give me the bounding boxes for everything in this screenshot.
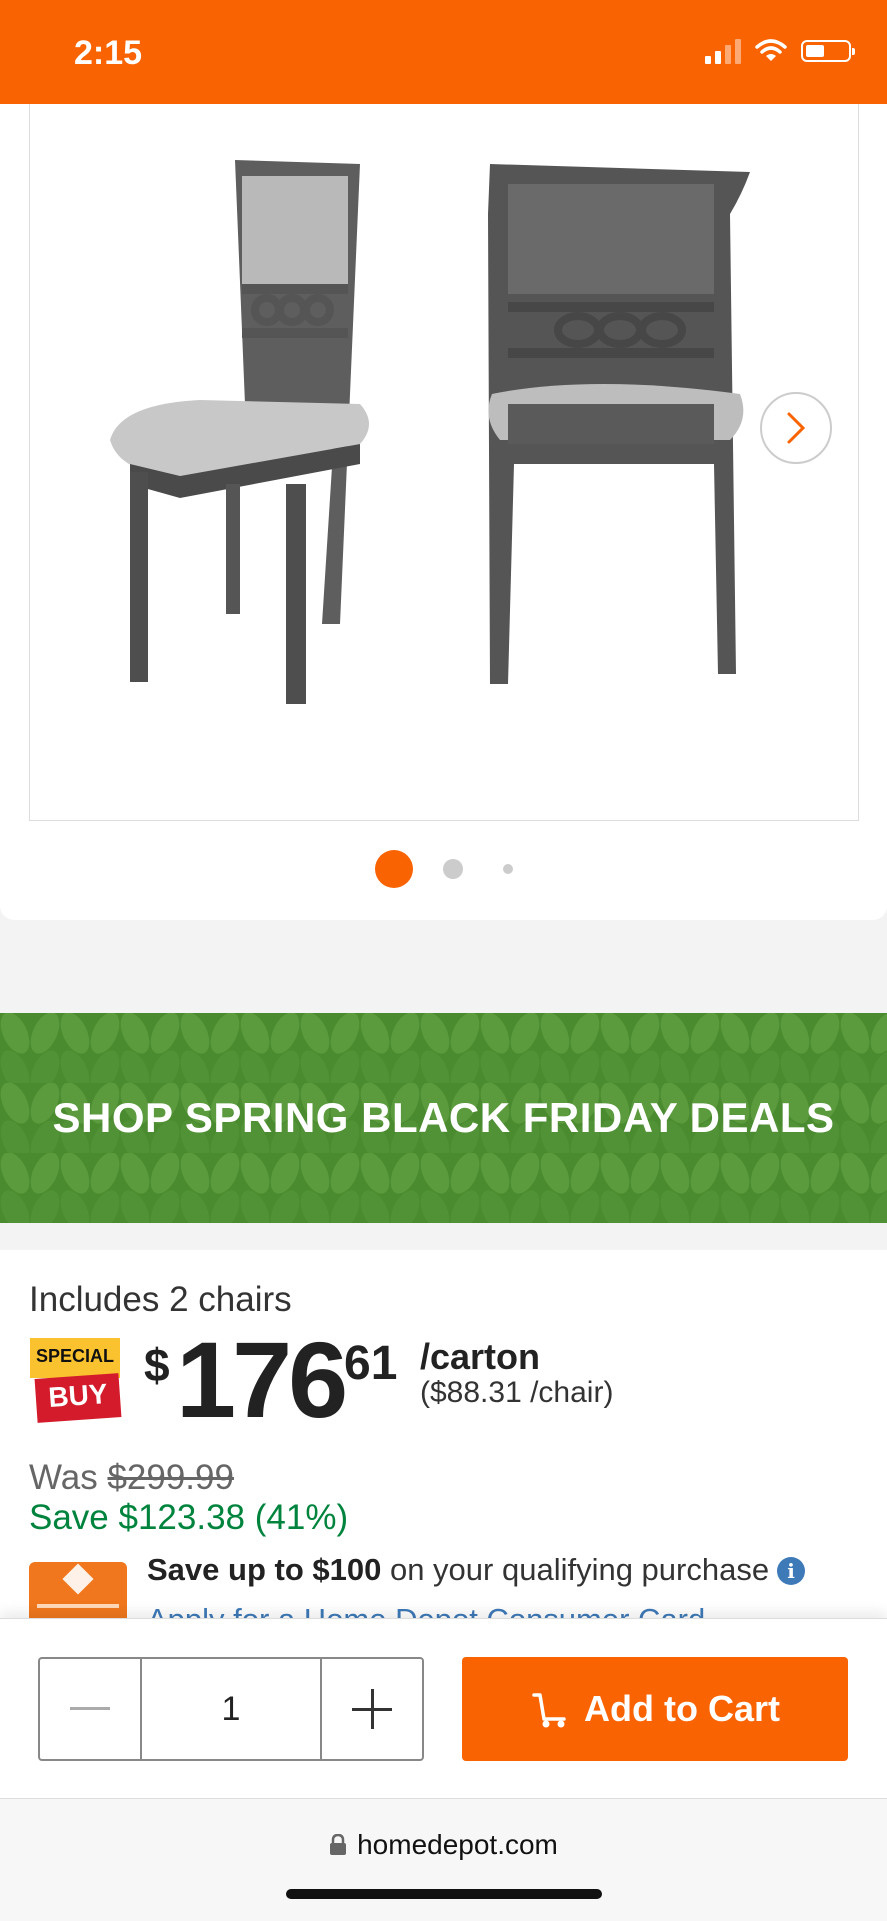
pagination-dot-active[interactable] bbox=[374, 850, 413, 888]
price-cents: 61 bbox=[344, 1337, 398, 1390]
pagination-dot[interactable] bbox=[502, 864, 513, 874]
gallery-pagination bbox=[0, 850, 887, 888]
price-whole: 176 bbox=[176, 1319, 348, 1440]
chevron-right-icon bbox=[787, 412, 806, 444]
was-label: Was bbox=[29, 1458, 98, 1497]
wifi-icon bbox=[755, 39, 787, 61]
product-image[interactable] bbox=[29, 104, 859, 821]
battery-icon bbox=[801, 40, 855, 62]
increase-quantity-button[interactable] bbox=[322, 1659, 422, 1759]
pagination-dot[interactable] bbox=[442, 859, 463, 879]
plus-icon bbox=[352, 1689, 392, 1729]
quantity-input[interactable]: 1 bbox=[140, 1659, 322, 1759]
credit-offer-bold: Save up to $100 bbox=[147, 1552, 382, 1587]
credit-offer-rest: on your qualifying purchase bbox=[381, 1552, 770, 1587]
badge-top-text: SPECIAL bbox=[35, 1346, 114, 1366]
info-icon[interactable]: i bbox=[777, 1557, 806, 1585]
was-price-line: Was $299.99 bbox=[29, 1458, 234, 1498]
lock-icon bbox=[330, 1834, 347, 1855]
status-bar: 2:15 bbox=[0, 0, 887, 104]
signal-icon bbox=[705, 38, 741, 64]
next-image-button[interactable] bbox=[760, 392, 832, 464]
product-pricing: Includes 2 chairs SPECIAL BUY $ 176 61 /… bbox=[0, 1250, 887, 1620]
decrease-quantity-button[interactable] bbox=[40, 1659, 140, 1759]
quantity-stepper: 1 bbox=[38, 1657, 424, 1761]
savings-text: Save $123.38 (41%) bbox=[29, 1498, 349, 1537]
special-buy-badge: SPECIAL BUY bbox=[30, 1338, 122, 1423]
includes-text: Includes 2 chairs bbox=[29, 1280, 292, 1319]
address-bar[interactable]: homedepot.com bbox=[0, 1829, 887, 1861]
url-text: homedepot.com bbox=[357, 1829, 558, 1860]
add-to-cart-bar: 1 Add to Cart bbox=[0, 1618, 887, 1799]
promo-banner[interactable]: SHOP SPRING BLACK FRIDAY DEALS bbox=[0, 1013, 887, 1223]
promo-text: SHOP SPRING BLACK FRIDAY DEALS bbox=[52, 1094, 835, 1141]
home-indicator[interactable] bbox=[286, 1889, 602, 1899]
price-unit: /carton bbox=[420, 1336, 541, 1377]
status-time: 2:15 bbox=[74, 34, 143, 72]
browser-url-bar: homedepot.com bbox=[0, 1798, 887, 1921]
price-per-chair: ($88.31 /chair) bbox=[420, 1376, 614, 1409]
chairs-image bbox=[110, 160, 750, 704]
badge-bottom-text: BUY bbox=[47, 1377, 109, 1414]
minus-icon bbox=[70, 1707, 110, 1710]
add-to-cart-button[interactable]: Add to Cart bbox=[462, 1657, 848, 1761]
cart-icon bbox=[532, 1693, 566, 1728]
credit-card-image bbox=[29, 1562, 127, 1620]
add-to-cart-label: Add to Cart bbox=[584, 1688, 780, 1729]
was-price: $299.99 bbox=[107, 1458, 234, 1497]
price-symbol: $ bbox=[144, 1339, 170, 1391]
product-gallery bbox=[0, 104, 887, 920]
status-icons bbox=[705, 38, 855, 64]
credit-offer: Save up to $100 on your qualifying purch… bbox=[147, 1552, 806, 1588]
